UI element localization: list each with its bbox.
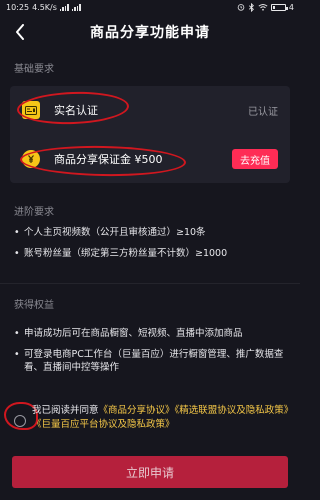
- list-item: 账号粉丝量（绑定第三方粉丝量不计数）≥1000: [14, 247, 290, 260]
- network-speed: 4.5K/s: [32, 2, 57, 12]
- wifi-icon: [258, 4, 268, 11]
- battery-level: 4: [288, 2, 294, 12]
- section-basic-requirements: 基础要求: [14, 64, 54, 75]
- list-item: 个人主页视频数（公开且审核通过）≥10条: [14, 226, 290, 239]
- bluetooth-icon: [248, 2, 254, 12]
- deposit-label: 商品分享保证金 ¥500: [54, 153, 163, 166]
- section-benefits: 获得权益: [14, 300, 54, 311]
- id-card-icon: [22, 101, 40, 119]
- apply-now-button[interactable]: 立即申请: [12, 456, 288, 488]
- baiying-platform-agreement-link[interactable]: 《巨量百应平台协议及隐私政策》: [32, 419, 175, 430]
- section-advanced-requirements: 进阶要求: [14, 207, 54, 218]
- clock: 10:25: [6, 2, 30, 12]
- status-bar: 10:25 4.5K/s 4: [0, 0, 300, 14]
- list-item: 可登录电商PC工作台（巨量百应）进行橱窗管理、推广数据查看、直播间中控等操作: [14, 348, 290, 374]
- divider: [0, 283, 300, 284]
- recharge-button[interactable]: 去充值: [232, 149, 278, 169]
- yuan-coin-icon: [22, 150, 40, 168]
- real-name-label: 实名认证: [54, 104, 98, 117]
- agreement-checkbox[interactable]: [14, 415, 26, 427]
- list-item: 申请成功后可在商品橱窗、短视频、直播中添加商品: [14, 327, 290, 340]
- nav-bar: 商品分享功能申请: [0, 14, 300, 50]
- back-button[interactable]: [10, 22, 30, 42]
- agreement-prefix: 我已阅读并同意: [32, 405, 99, 416]
- signal-icon: [59, 3, 69, 11]
- verified-status: 已认证: [248, 106, 278, 118]
- advanced-requirements-list: 个人主页视频数（公开且审核通过）≥10条 账号粉丝量（绑定第三方粉丝量不计数）≥…: [14, 226, 290, 260]
- signal-icon-2: [71, 3, 81, 11]
- real-name-verification-row: 实名认证 已认证: [10, 86, 290, 134]
- deposit-row: 商品分享保证金 ¥500 去充值: [10, 135, 290, 183]
- agreement-text: 我已阅读并同意《商品分享协议》《精选联盟协议及隐私政策》《巨量百应平台协议及隐私…: [32, 404, 294, 432]
- chevron-left-icon: [16, 24, 24, 40]
- alarm-icon: [237, 4, 245, 11]
- product-sharing-agreement-link[interactable]: 《商品分享协议》: [99, 405, 175, 416]
- alliance-agreement-link[interactable]: 《精选联盟协议及隐私政策》: [175, 405, 294, 416]
- benefits-list: 申请成功后可在商品橱窗、短视频、直播中添加商品 可登录电商PC工作台（巨量百应）…: [14, 327, 290, 374]
- page-title: 商品分享功能申请: [90, 25, 210, 41]
- battery-icon: [270, 3, 288, 11]
- basic-requirements-card: 实名认证 已认证 商品分享保证金 ¥500 去充值: [10, 86, 290, 183]
